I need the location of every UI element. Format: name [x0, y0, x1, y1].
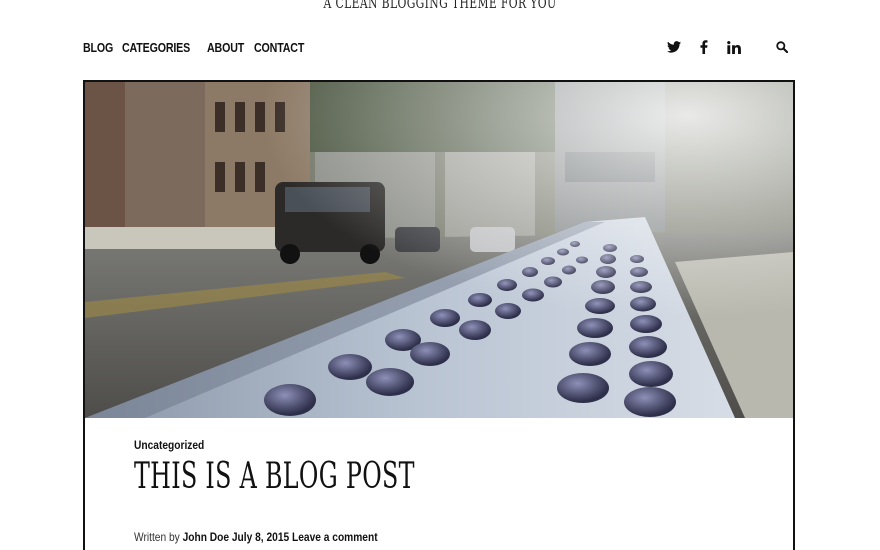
twitter-icon[interactable] [666, 38, 682, 56]
nav-item-categories[interactable]: CATEGORIES [122, 40, 190, 55]
post-date[interactable]: July 8, 2015 [232, 530, 289, 544]
facebook-icon[interactable] [696, 38, 712, 56]
nav-item-contact[interactable]: CONTACT [254, 40, 304, 55]
nav-item-blog[interactable]: BLOG [83, 40, 113, 55]
site-tagline: A clean blogging theme for you [323, 0, 557, 12]
linkedin-icon[interactable] [726, 38, 742, 56]
search-icon[interactable] [774, 38, 790, 56]
main-nav: BLOG CATEGORIES ABOUT CONTACT [83, 40, 309, 55]
nav-item-about[interactable]: ABOUT [207, 40, 244, 55]
post-category[interactable]: Uncategorized [134, 438, 204, 452]
post-author[interactable]: John Doe [183, 530, 229, 544]
social-links [666, 38, 790, 56]
comment-link[interactable]: Leave a comment [292, 530, 378, 544]
featured-image[interactable] [85, 82, 793, 418]
meta-prefix: Written by [134, 530, 180, 544]
post-card: Uncategorized This is a blog post Writte… [83, 80, 795, 550]
post-title[interactable]: This is a blog post [134, 456, 415, 497]
post-meta: Written by John Doe July 8, 2015 Leave a… [134, 530, 378, 544]
